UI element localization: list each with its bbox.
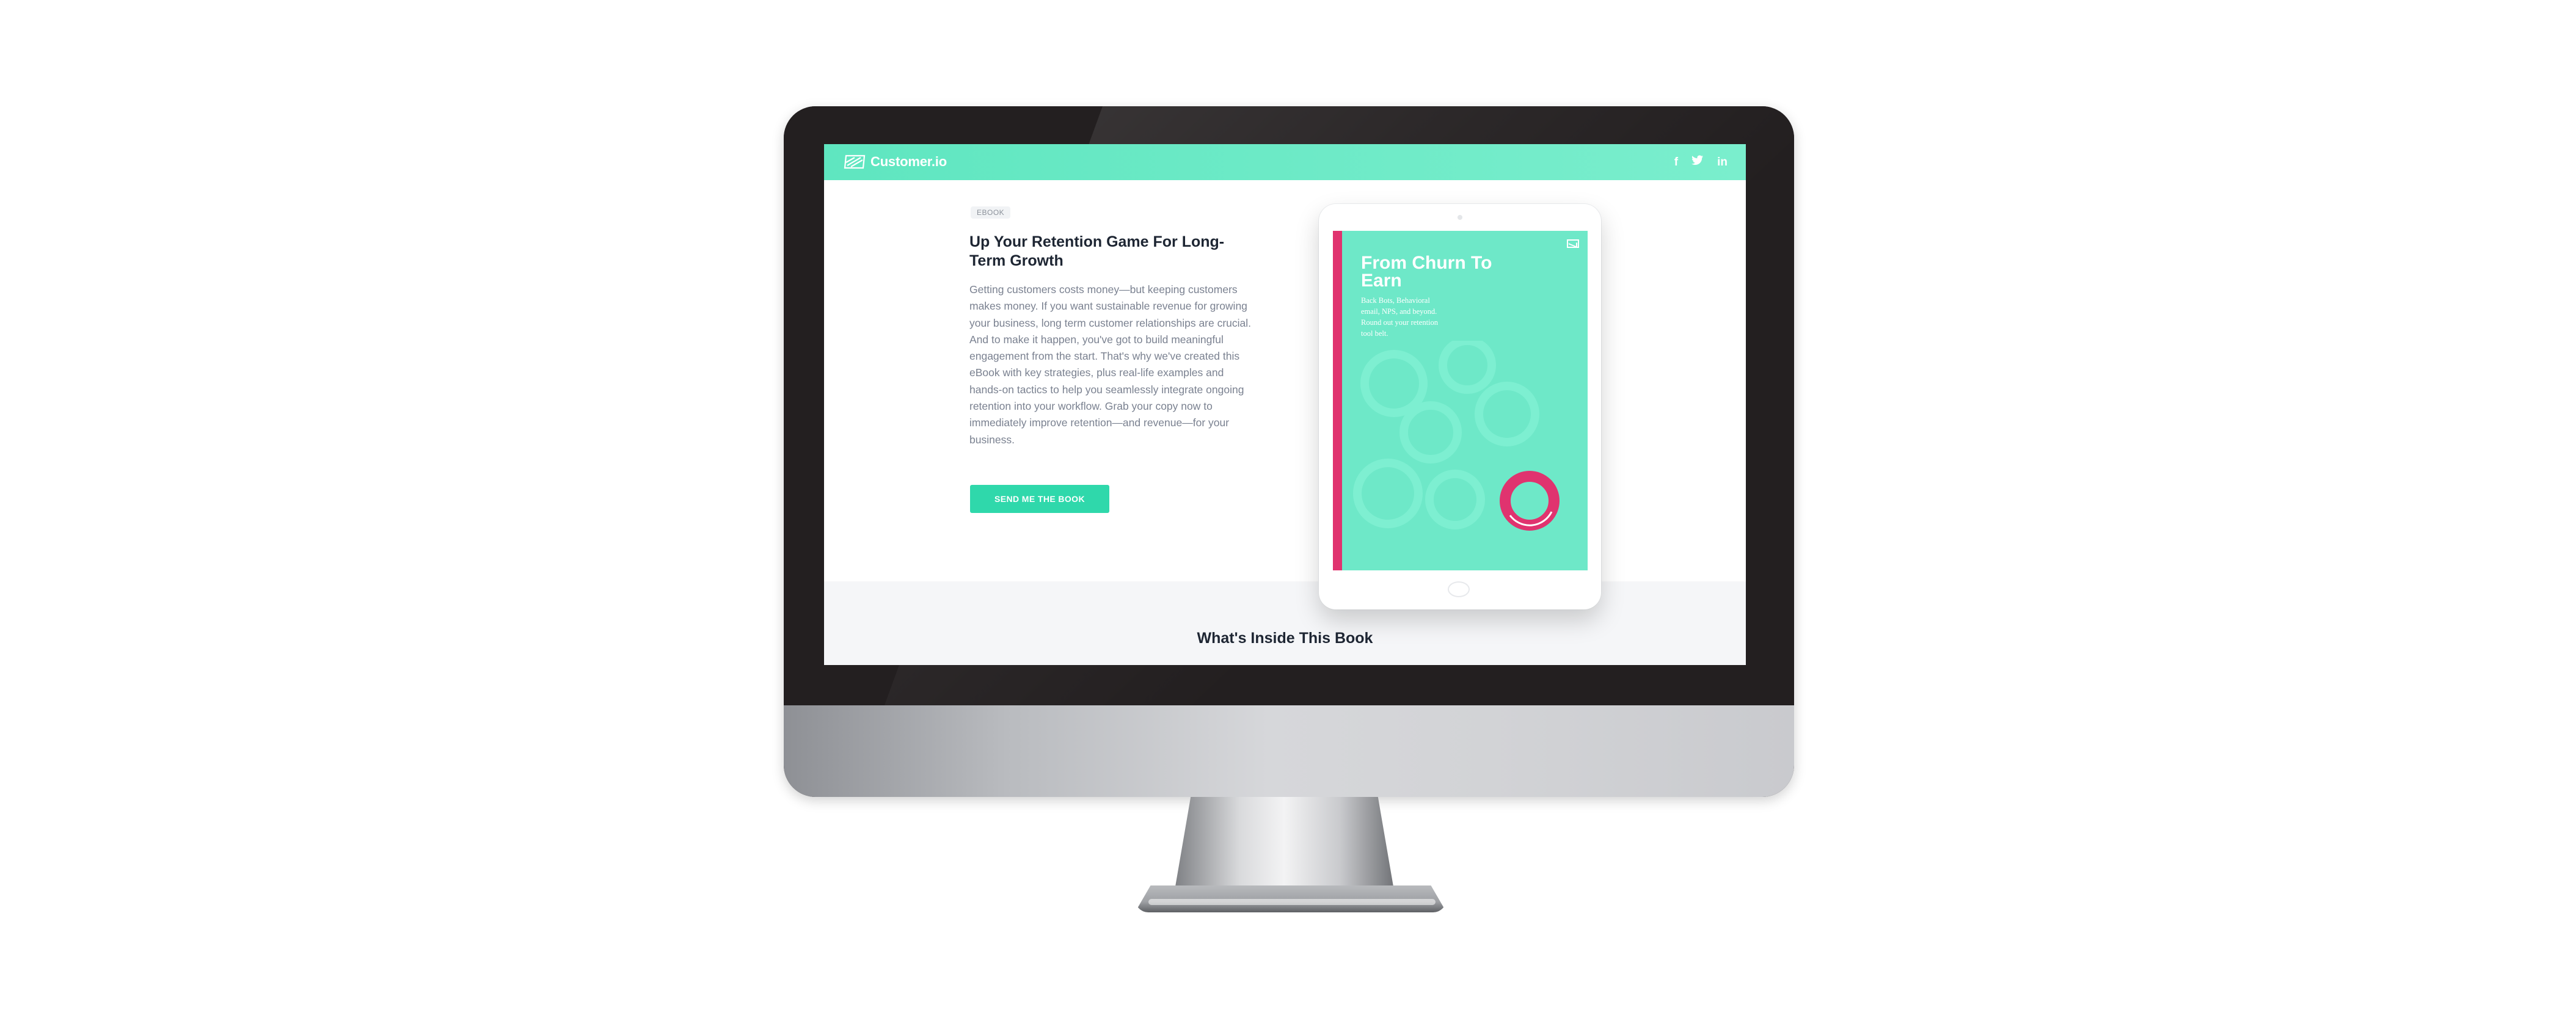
customer-io-logo-icon <box>844 155 866 169</box>
monitor-stand <box>1173 797 1396 901</box>
cover-spine <box>1333 231 1342 570</box>
web-page: Customer.io f in EBOOK Up Your Retention… <box>824 144 1746 665</box>
monitor-chin <box>784 705 1794 797</box>
tablet-camera <box>1458 215 1462 220</box>
section-title: What's Inside This Book <box>1197 630 1373 647</box>
facebook-icon[interactable]: f <box>1674 156 1678 169</box>
send-me-the-book-button[interactable]: SEND ME THE BOOK <box>970 485 1109 513</box>
hero-section: EBOOK Up Your Retention Game For Long-Te… <box>824 180 1746 581</box>
tablet-home-button <box>1448 581 1470 597</box>
stand-base-highlight <box>1148 899 1436 905</box>
ebook-cover: From Churn To Earn Back Bots, Behavioral… <box>1333 231 1588 570</box>
tablet-mockup: From Churn To Earn Back Bots, Behavioral… <box>1319 204 1601 609</box>
page-title: Up Your Retention Game For Long-Term Gro… <box>969 233 1225 269</box>
hero-description: Getting customers costs money—but keepin… <box>969 283 1252 446</box>
whats-inside-section: What's Inside This Book <box>824 581 1746 665</box>
mail-icon <box>1567 239 1579 248</box>
twitter-icon[interactable] <box>1691 155 1704 169</box>
cover-ring-graphic <box>1500 471 1560 531</box>
cover-subtitle: Back Bots, Behavioral email, NPS, and be… <box>1361 296 1439 338</box>
top-navbar: Customer.io f in <box>824 144 1746 180</box>
twitter-bird-shape <box>1691 155 1704 165</box>
cover-title: From Churn To Earn <box>1361 253 1492 291</box>
brand-name: Customer.io <box>870 154 947 169</box>
ebook-badge: EBOOK <box>971 206 1011 219</box>
linkedin-icon[interactable]: in <box>1717 156 1728 169</box>
social-links: f in <box>1674 155 1728 169</box>
logo-link[interactable]: Customer.io <box>844 154 947 170</box>
